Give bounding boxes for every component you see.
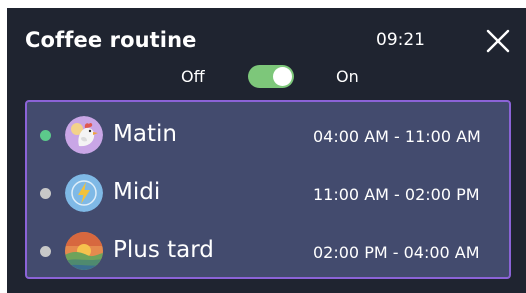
status-dot-active (40, 130, 51, 141)
status-dot-inactive (40, 188, 51, 199)
sunset-landscape-icon (65, 232, 103, 270)
rooster-icon (65, 116, 103, 154)
routine-toggle-switch[interactable] (248, 65, 294, 88)
schedule-item-range: 04:00 AM - 11:00 AM (313, 127, 481, 146)
routine-toggle-row: Off On (7, 65, 526, 89)
schedule-item-plus-tard[interactable]: Plus tard 02:00 PM - 04:00 AM (27, 222, 509, 280)
toggle-knob (273, 67, 292, 86)
page-title: Coffee routine (25, 28, 197, 52)
lightning-clock-icon (65, 174, 103, 212)
schedule-item-name: Plus tard (113, 237, 214, 263)
schedule-item-name: Midi (113, 179, 161, 205)
schedule-item-matin[interactable]: Matin 04:00 AM - 11:00 AM (27, 106, 509, 164)
status-dot-inactive (40, 246, 51, 257)
schedule-item-range: 11:00 AM - 02:00 PM (313, 185, 480, 204)
close-button[interactable] (485, 28, 511, 54)
schedule-item-name: Matin (113, 121, 177, 147)
toggle-off-label: Off (181, 67, 205, 86)
coffee-routine-panel: Coffee routine 09:21 Off On Matin 04:00 … (7, 8, 526, 293)
toggle-on-label: On (336, 67, 359, 86)
schedule-list: Matin 04:00 AM - 11:00 AM Midi 11:00 AM … (25, 100, 511, 279)
schedule-item-range: 02:00 PM - 04:00 AM (313, 243, 480, 262)
close-icon (486, 29, 510, 53)
schedule-item-midi[interactable]: Midi 11:00 AM - 02:00 PM (27, 164, 509, 222)
clock-time: 09:21 (376, 30, 425, 50)
